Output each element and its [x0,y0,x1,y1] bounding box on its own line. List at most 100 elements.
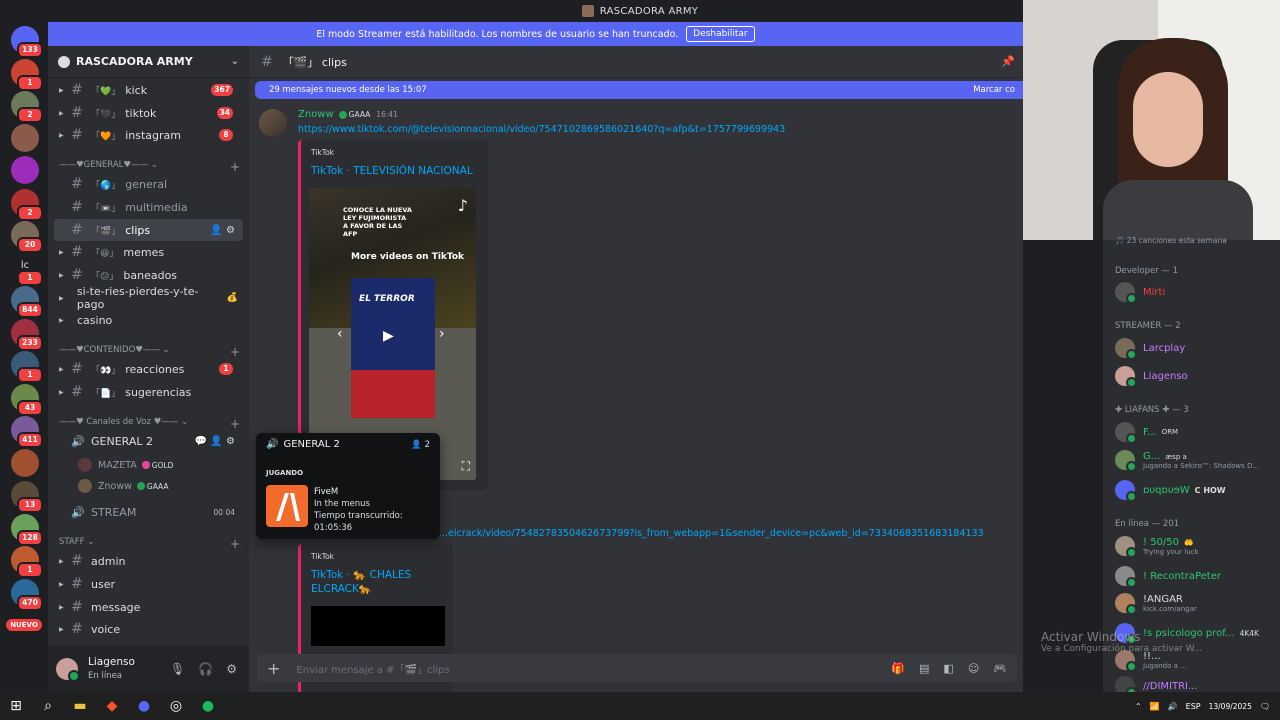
next-icon[interactable]: › [439,326,445,342]
member-item[interactable]: ! RecontraPeter [1115,566,1221,588]
channel-kick[interactable]: ▶ # 「💚」 kick 367 [48,79,243,101]
explorer-icon[interactable]: ▬ [64,692,96,720]
embed-title[interactable]: TikTok · 🐆 CHALES ELCRACK🐆 [311,568,421,596]
channel-message[interactable]: ▶ # message [48,596,243,618]
apps-icon[interactable]: 🎮 [993,662,1007,675]
member-item[interactable]: ɒυqɒυɘW C HOW [1115,480,1226,502]
voice-user-mazeta[interactable]: MAZETA GOLD [78,458,173,472]
category-staff[interactable]: STAFF ⌄ + [59,537,244,551]
chat-icon[interactable]: 💬 [195,436,207,447]
server-item[interactable]: 1 [11,58,43,91]
category-contenido[interactable]: ——♥CONTENIDO♥—— ⌄ + [59,345,244,359]
server-item[interactable] [11,156,39,184]
discord-icon[interactable]: ● [128,692,160,720]
channel-sugerencias[interactable]: ▶ # 「📄」 sugerencias [48,381,243,403]
embed-title[interactable]: TikTok · TELEVISIÓN NACIONAL [311,164,473,178]
category-voz[interactable]: ——♥ Canales de Voz ♥—— ⌄ + [59,417,244,431]
plus-icon[interactable]: + [230,345,240,359]
author-name[interactable]: Znoww [298,109,334,120]
new-badge[interactable]: NUEVO [6,619,42,631]
server-item[interactable]: 128 [11,513,43,546]
avatar[interactable] [56,658,80,682]
emoji-icon[interactable]: ☺ [968,662,979,675]
mic-icon[interactable]: 🎙 [170,662,185,676]
server-item[interactable]: 2 [11,188,43,221]
channel-instagram[interactable]: ▶ # 「🧡」 instagram 8 [48,124,243,146]
tray-arrow-icon[interactable]: ⌃ [1135,702,1142,711]
channel-si-te-ries[interactable]: ▶ si-te-ries-pierdes-y-te-pago 💰 [48,285,243,311]
server-item[interactable]: 2 [11,91,43,123]
plus-icon[interactable]: + [267,659,280,678]
member-item[interactable]: F... ORM [1115,422,1178,444]
message-avatar[interactable] [259,109,287,137]
spotify-icon[interactable]: ● [192,692,224,720]
channel-memes[interactable]: ▶ # 「😆」 memes [48,241,243,263]
channel-casino[interactable]: ▶ casino [48,309,243,331]
play-icon[interactable]: ▶ [383,328,394,344]
channel-voice[interactable]: ▶ # voice [48,618,243,640]
video-thumbnail[interactable] [311,606,445,646]
member-item[interactable]: !ANGAR kick.com/angar [1115,593,1197,615]
server-header[interactable]: RASCADORA ARMY ⌄ [48,46,249,78]
server-item[interactable]: 13 [11,481,43,513]
gift-icon[interactable]: 🎁 [891,662,905,675]
message-link-2[interactable]: ...elcrack/video/7548278350462673799?is_… [439,528,984,539]
channel-multimedia[interactable]: # 「📼」 multimedia [48,196,243,218]
message-composer[interactable]: + Enviar mensaje a #「🎬」clips 🎁 ▤ ◧ ☺ 🎮 [257,654,1017,682]
member-item[interactable]: Liagenso [1115,366,1188,388]
voice-channel-stream[interactable]: 🔊 STREAM 00 04 [48,501,243,523]
user-info[interactable]: Liagenso En línea [88,656,135,682]
pin-icon[interactable]: 📌 [1001,55,1015,68]
server-item[interactable] [11,123,39,152]
volume-icon[interactable]: 🔊 [1168,702,1178,711]
channel-tiktok[interactable]: ▶ # 「🖤」 tiktok 34 [48,102,243,124]
add-member-icon[interactable]: 👤 [210,225,222,236]
gear-icon[interactable]: ⚙ [226,225,235,236]
chevron-down-icon[interactable]: ⌄ [231,56,239,67]
server-item[interactable]: 233 [11,318,43,351]
server-item[interactable]: 1 [11,546,43,578]
server-item[interactable]: lc 1 [11,253,43,286]
notification-icon[interactable]: 🗨 [1260,702,1270,711]
gif-icon[interactable]: ▤ [919,662,929,675]
plus-icon[interactable]: + [230,417,240,431]
server-item[interactable]: 43 [11,383,43,416]
voice-user-znoww[interactable]: Znoww GAAA [78,479,169,493]
language-indicator[interactable]: ESP [1186,702,1201,711]
member-item[interactable]: Larcplay [1115,338,1185,360]
disable-streamer-button[interactable]: Deshabilitar [686,26,755,42]
new-messages-bar[interactable]: 29 mensajes nuevos desde las 15:07 Marca… [255,81,1035,99]
member-item[interactable]: ! 50/50 🤲 Trying your luck [1115,536,1199,558]
server-item[interactable] [11,448,39,477]
gear-icon[interactable]: ⚙ [226,436,235,447]
headphones-icon[interactable]: 🎧 [198,662,213,676]
channel-user[interactable]: ▶ # user [48,573,243,595]
server-item[interactable]: 470 [11,578,43,611]
server-item[interactable]: 411 [11,416,43,448]
wifi-icon[interactable]: 📶 [1150,702,1160,711]
channel-admin[interactable]: ▶ # admin [48,550,243,572]
voice-channel-general[interactable]: 🔊 GENERAL 2 💬 👤 ⚙ [48,430,243,452]
plus-icon[interactable]: + [230,537,240,551]
message-link[interactable]: https://www.tiktok.com/@televisionnacion… [298,124,785,135]
plus-icon[interactable]: + [230,160,240,174]
server-item[interactable]: 844 [11,286,43,318]
composer-placeholder[interactable]: Enviar mensaje a #「🎬」clips [296,661,449,676]
server-item[interactable]: 1 [11,351,43,383]
message-author[interactable]: Znoww GAAA 16:41 [298,109,398,120]
channel-reacciones[interactable]: ▶ # 「👀」 reacciones 1 [48,358,243,380]
search-icon[interactable]: ⌕ [32,692,64,720]
channel-baneados[interactable]: ▶ # 「😕」 baneados [48,264,243,286]
category-general[interactable]: ——♥GENERAL♥—— ⌄ + [59,160,244,174]
sticker-icon[interactable]: ◧ [943,662,953,675]
fullscreen-icon[interactable]: ⛶ [462,459,470,474]
channel-clips[interactable]: # 「🎬」 clips 👤 ⚙ [54,219,243,241]
gear-icon[interactable]: ⚙ [226,662,237,676]
prev-icon[interactable]: ‹ [337,326,343,342]
server-item[interactable]: 20 [11,221,43,253]
add-member-icon[interactable]: 👤 [210,436,222,447]
mark-read-button[interactable]: Marcar co [973,85,1015,95]
brave-icon[interactable]: ◆ [96,692,128,720]
windows-icon[interactable]: ⊞ [0,692,32,720]
member-item[interactable]: G... æsp a Jugando a Sekiro™: Shadows D... [1115,450,1259,472]
